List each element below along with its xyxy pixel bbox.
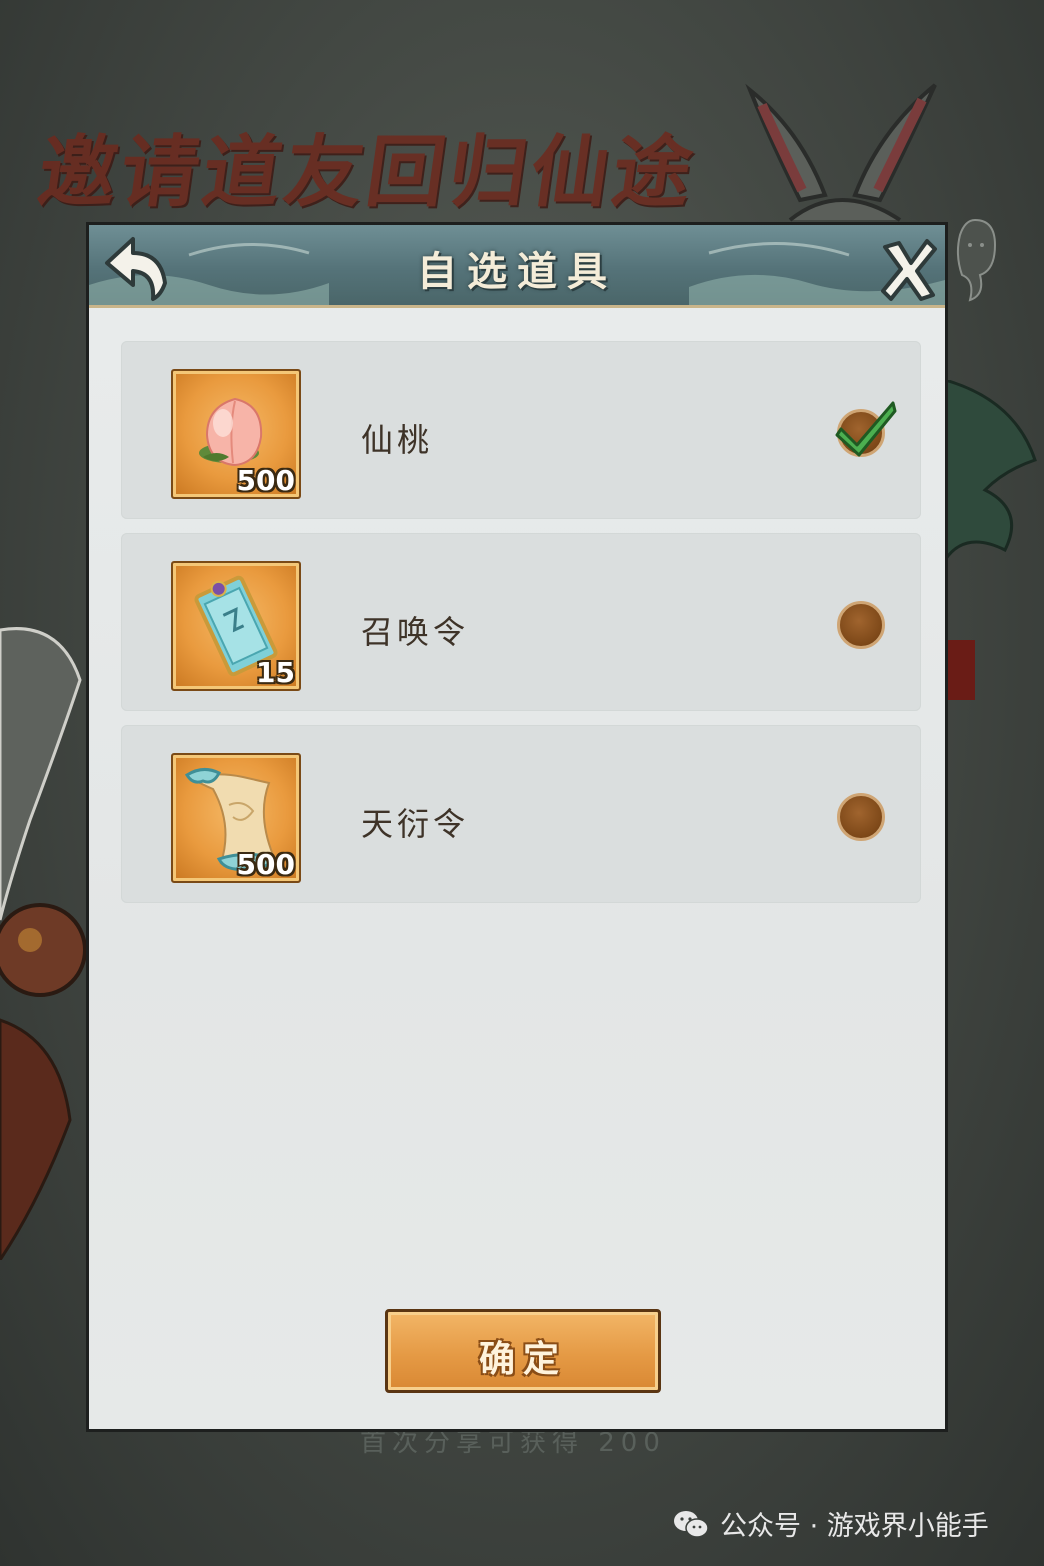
confirm-label: 确定 <box>478 1338 567 1380</box>
wechat-icon <box>674 1510 709 1538</box>
item-name: 召唤令 <box>361 613 470 651</box>
monkey-character-icon <box>0 627 87 1260</box>
item-name: 仙桃 <box>361 421 434 459</box>
item-radio[interactable] <box>837 793 885 841</box>
close-icon <box>881 239 937 301</box>
watermark-text: 公众号 · 游戏界小能手 <box>720 1511 989 1542</box>
rabbit-character-icon <box>745 83 937 222</box>
item-list: 500 仙桃 15 召唤令 500 天衍令 <box>121 341 921 917</box>
item-count: 15 <box>256 656 295 689</box>
item-count: 500 <box>236 464 295 497</box>
item-radio-selected[interactable] <box>837 409 885 457</box>
dialog-header: 自选道具 <box>89 225 945 308</box>
item-radio[interactable] <box>837 601 885 649</box>
list-item-scroll[interactable]: 500 天衍令 <box>121 725 921 903</box>
close-button[interactable] <box>877 237 939 303</box>
item-count: 500 <box>236 848 295 881</box>
item-icon-frame: 500 <box>171 369 301 499</box>
background-foliage-icon <box>945 380 1037 700</box>
dialog-title: 自选道具 <box>417 248 617 295</box>
item-icon-frame: 15 <box>171 561 301 691</box>
list-item-peach[interactable]: 500 仙桃 <box>121 341 921 519</box>
item-name: 天衍令 <box>361 805 470 843</box>
list-item-summon-token[interactable]: 15 召唤令 <box>121 533 921 711</box>
confirm-button[interactable]: 确定 <box>385 1309 661 1393</box>
background-banner-title: 邀请道友回归仙途 <box>32 127 702 218</box>
watermark: 公众号 · 游戏界小能手 <box>672 1504 989 1543</box>
item-select-dialog: 自选道具 500 仙桃 15 召唤令 500 天衍令 确定 <box>86 222 948 1432</box>
item-icon-frame: 500 <box>171 753 301 883</box>
spirit-character-icon <box>956 218 997 302</box>
